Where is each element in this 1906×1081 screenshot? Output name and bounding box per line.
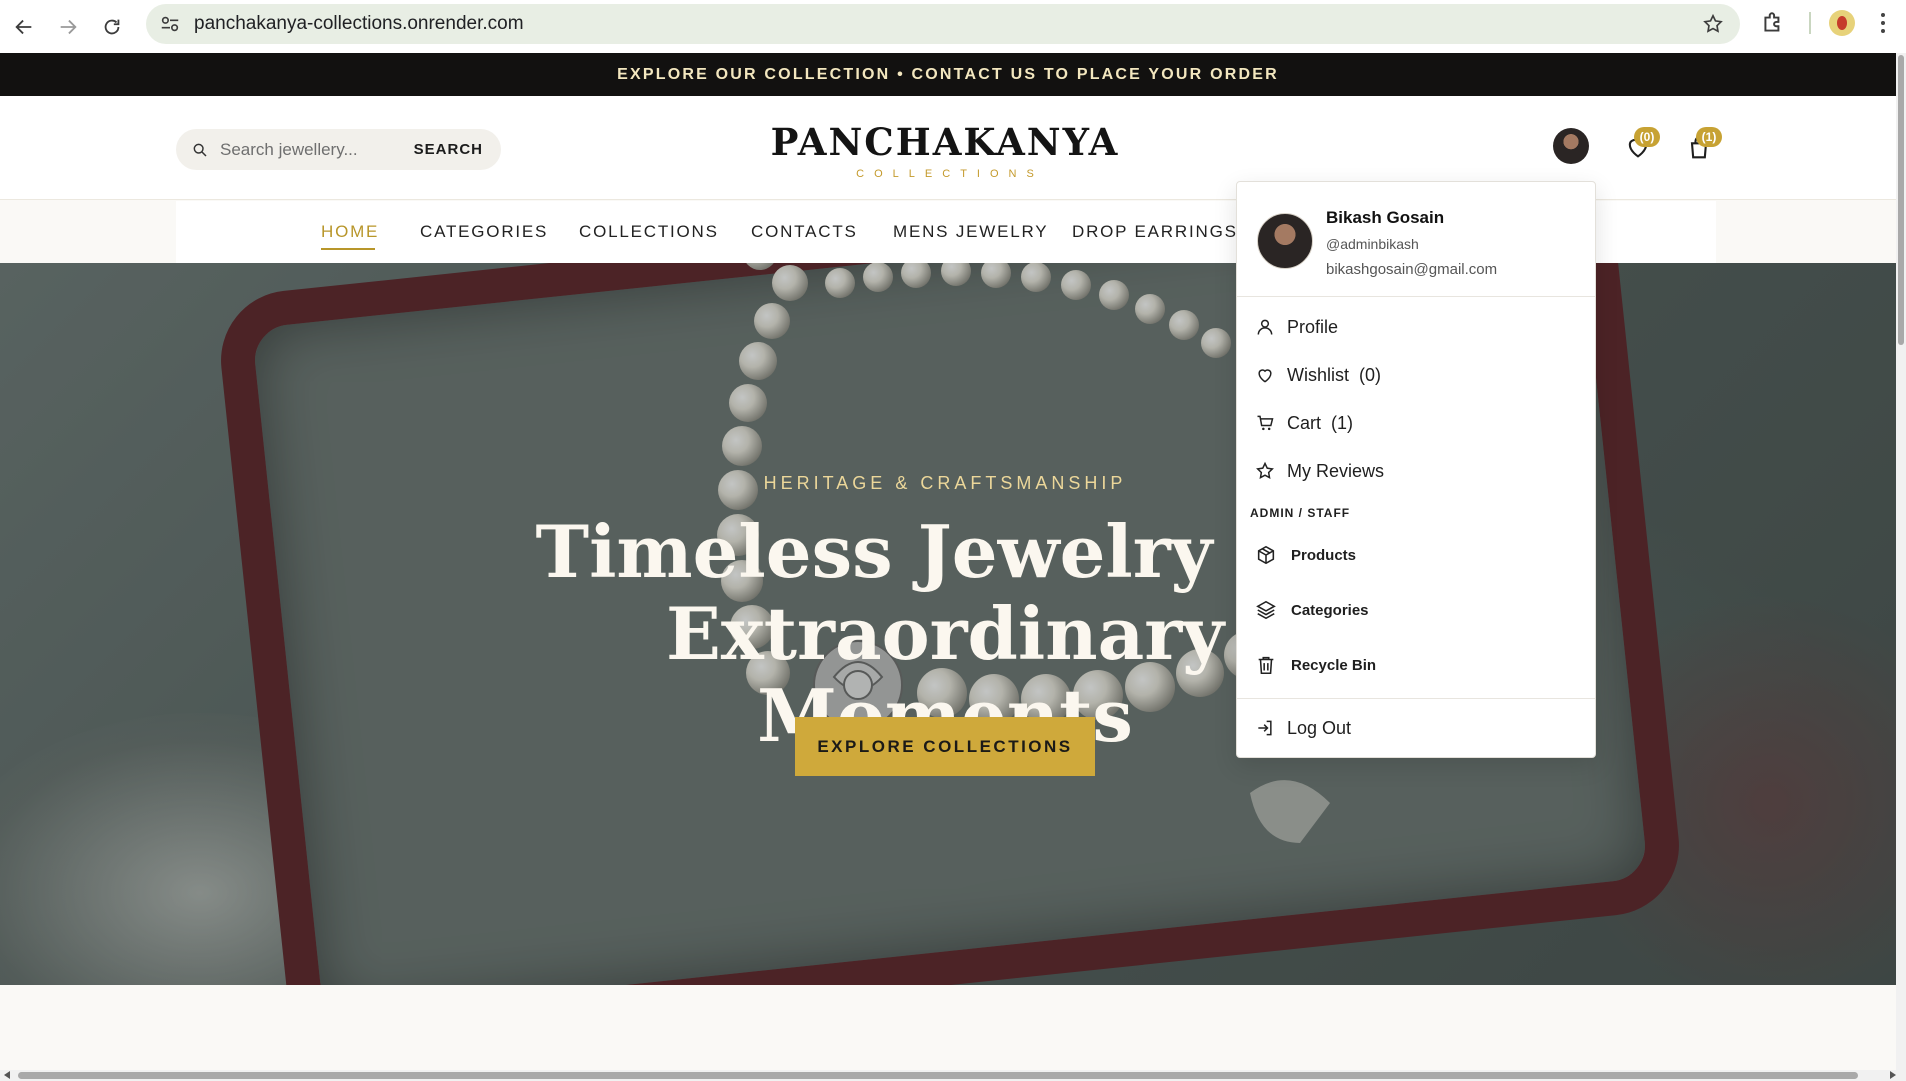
reload-icon [104, 19, 120, 34]
logout-icon [1258, 720, 1272, 736]
user-handle: @adminbikash [1326, 236, 1419, 252]
star-icon [1256, 461, 1274, 479]
search-button[interactable]: SEARCH [414, 141, 483, 158]
menu-item-log-out[interactable]: Log Out [1255, 713, 1351, 743]
user-name: Bikash Gosain [1326, 208, 1445, 227]
horizontal-scrollbar[interactable] [0, 1070, 1906, 1081]
menu-item-recycle-bin[interactable]: Recycle Bin [1255, 650, 1376, 680]
nav-item-home[interactable]: HOME [321, 222, 379, 242]
menu-item-my-reviews[interactable]: My Reviews [1255, 456, 1384, 486]
menu-item-label: Cart [1287, 412, 1322, 433]
browser-profile-icon[interactable] [1829, 10, 1855, 36]
nav-item-collections[interactable]: COLLECTIONS [579, 222, 719, 242]
menu-item-label: Products [1291, 546, 1357, 564]
hero-banner: HERITAGE & CRAFTSMANSHIP Timeless Jewelr… [0, 263, 1896, 985]
user-info: Bikash Gosain @adminbikash bikashgosain@… [1237, 182, 1595, 297]
bookmark-star-icon[interactable] [1702, 13, 1724, 35]
site-logo[interactable]: PANCHAKANYA COLLECTIONS [700, 120, 1190, 180]
user-email: bikashgosain@gmail.com [1326, 261, 1498, 278]
cart-icon [1257, 415, 1274, 431]
menu-item-label: Profile [1287, 316, 1339, 337]
user-dropdown-menu: Bikash Gosain @adminbikash bikashgosain@… [1236, 181, 1596, 758]
search-icon [193, 143, 207, 157]
browser-toolbar: panchakanya-collections.onrender.com [0, 0, 1906, 53]
menu-item-categories[interactable]: Categories [1255, 595, 1369, 625]
nav-item-contacts[interactable]: CONTACTS [751, 222, 858, 242]
menu-item-label: Wishlist [1287, 364, 1349, 385]
arrow-left-icon [15, 19, 32, 34]
menu-divider [1237, 698, 1595, 699]
search-input[interactable] [220, 139, 410, 160]
scroll-left-icon[interactable] [4, 1071, 10, 1079]
vertical-scrollbar[interactable] [1896, 53, 1906, 1070]
reload-button[interactable] [92, 7, 132, 47]
logo-title: PANCHAKANYA [770, 120, 1120, 164]
explore-collections-button[interactable]: EXPLORE COLLECTIONS [795, 717, 1095, 776]
logo-subtitle: COLLECTIONS [856, 168, 1044, 180]
menu-item-wishlist[interactable]: Wishlist (0) [1255, 360, 1381, 390]
arrow-right-icon [60, 19, 77, 34]
menu-item-label: My Reviews [1287, 460, 1385, 481]
hero-kicker: HERITAGE & CRAFTSMANSHIP [763, 473, 1127, 493]
menu-item-label: Log Out [1287, 717, 1352, 738]
page: panchakanya-collections.onrender.com EXP… [0, 0, 1906, 1081]
site-header: SEARCH PANCHAKANYA COLLECTIONS (0) (1) [0, 96, 1896, 200]
extensions-icon[interactable] [1760, 10, 1786, 36]
user-icon [1257, 319, 1273, 335]
wishlist-badge: (0) [1634, 127, 1660, 147]
site-settings-icon[interactable] [158, 12, 182, 36]
back-button[interactable] [4, 7, 44, 47]
admin-section-label: ADMIN / STAFF [1250, 506, 1351, 520]
url-text: panchakanya-collections.onrender.com [194, 13, 524, 34]
forward-button[interactable] [48, 7, 88, 47]
nav-item-mens-jewelry[interactable]: MENS JEWELRY [893, 222, 1048, 242]
scroll-right-icon[interactable] [1890, 1071, 1896, 1079]
avatar [1257, 213, 1313, 269]
menu-item-label: Categories [1291, 601, 1369, 619]
page-section-below-hero [0, 985, 1896, 1070]
trash-icon [1258, 656, 1274, 675]
package-icon [1257, 545, 1275, 565]
user-avatar-button[interactable] [1553, 128, 1589, 164]
nav-active-underline [321, 248, 375, 250]
wishlist-count: (0) [1359, 364, 1381, 385]
layers-icon [1256, 600, 1276, 620]
toolbar-separator [1809, 12, 1811, 34]
nav-item-drop-earrings[interactable]: DROP EARRINGS [1072, 222, 1238, 242]
horizontal-scroll-thumb[interactable] [18, 1072, 1858, 1079]
menu-item-label: Recycle Bin [1291, 656, 1377, 674]
menu-item-cart[interactable]: Cart (1) [1255, 408, 1353, 438]
address-bar[interactable]: panchakanya-collections.onrender.com [146, 4, 1740, 44]
cart-badge: (1) [1696, 127, 1722, 147]
nav-item-categories[interactable]: CATEGORIES [420, 222, 548, 242]
cart-count: (1) [1331, 412, 1354, 433]
announcement-bar: EXPLORE OUR COLLECTION • CONTACT US TO P… [0, 53, 1896, 96]
heart-icon [1258, 369, 1272, 383]
menu-item-products[interactable]: Products [1255, 540, 1356, 570]
vertical-scroll-thumb[interactable] [1898, 55, 1904, 345]
search-bar: SEARCH [176, 129, 501, 170]
menu-item-profile[interactable]: Profile [1255, 312, 1338, 342]
browser-menu-icon[interactable] [1870, 10, 1896, 36]
